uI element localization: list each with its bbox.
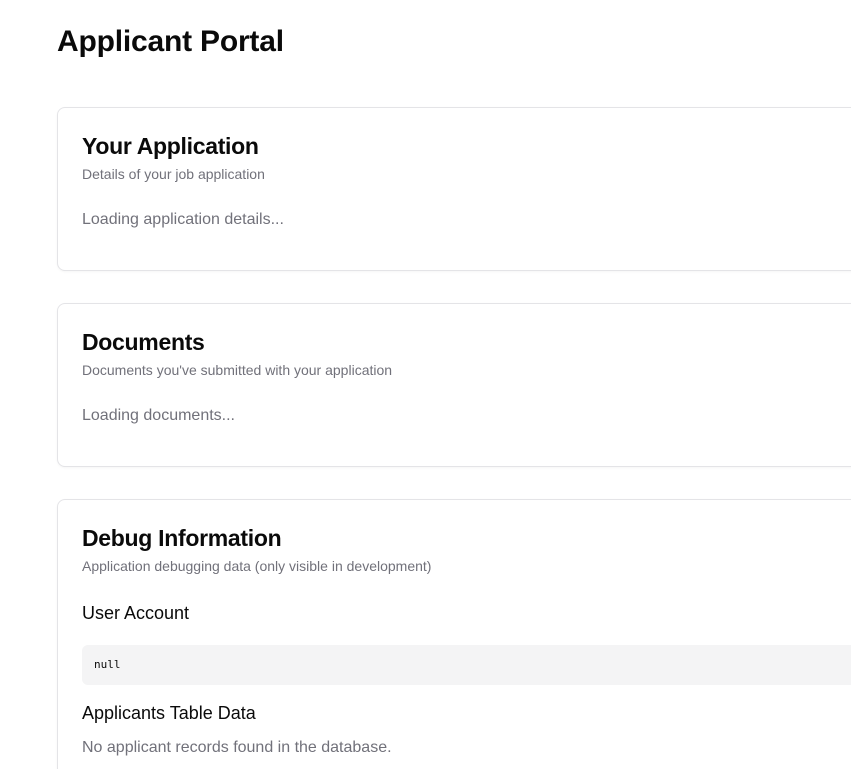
documents-card: Documents Documents you've submitted wit… xyxy=(57,303,851,467)
debug-card-title: Debug Information xyxy=(82,525,282,551)
page-title: Applicant Portal xyxy=(57,25,284,58)
application-card-title: Your Application xyxy=(82,133,259,159)
documents-card-title: Documents xyxy=(82,329,205,355)
user-account-heading: User Account xyxy=(82,603,190,623)
applicants-empty-message: No applicant records found in the databa… xyxy=(82,739,392,756)
applicants-table-heading: Applicants Table Data xyxy=(82,703,256,723)
application-card-description: Details of your job application xyxy=(82,166,265,182)
debug-card: Debug Information Application debugging … xyxy=(57,499,851,769)
user-account-code-block: null xyxy=(82,645,851,685)
documents-loading-text: Loading documents... xyxy=(82,407,235,424)
application-loading-text: Loading application details... xyxy=(82,211,284,228)
applicant-portal-page: Applicant Portal Your Application Detail… xyxy=(0,0,851,769)
application-card: Your Application Details of your job app… xyxy=(57,107,851,271)
debug-card-description: Application debugging data (only visible… xyxy=(82,558,432,574)
documents-card-description: Documents you've submitted with your app… xyxy=(82,362,393,378)
